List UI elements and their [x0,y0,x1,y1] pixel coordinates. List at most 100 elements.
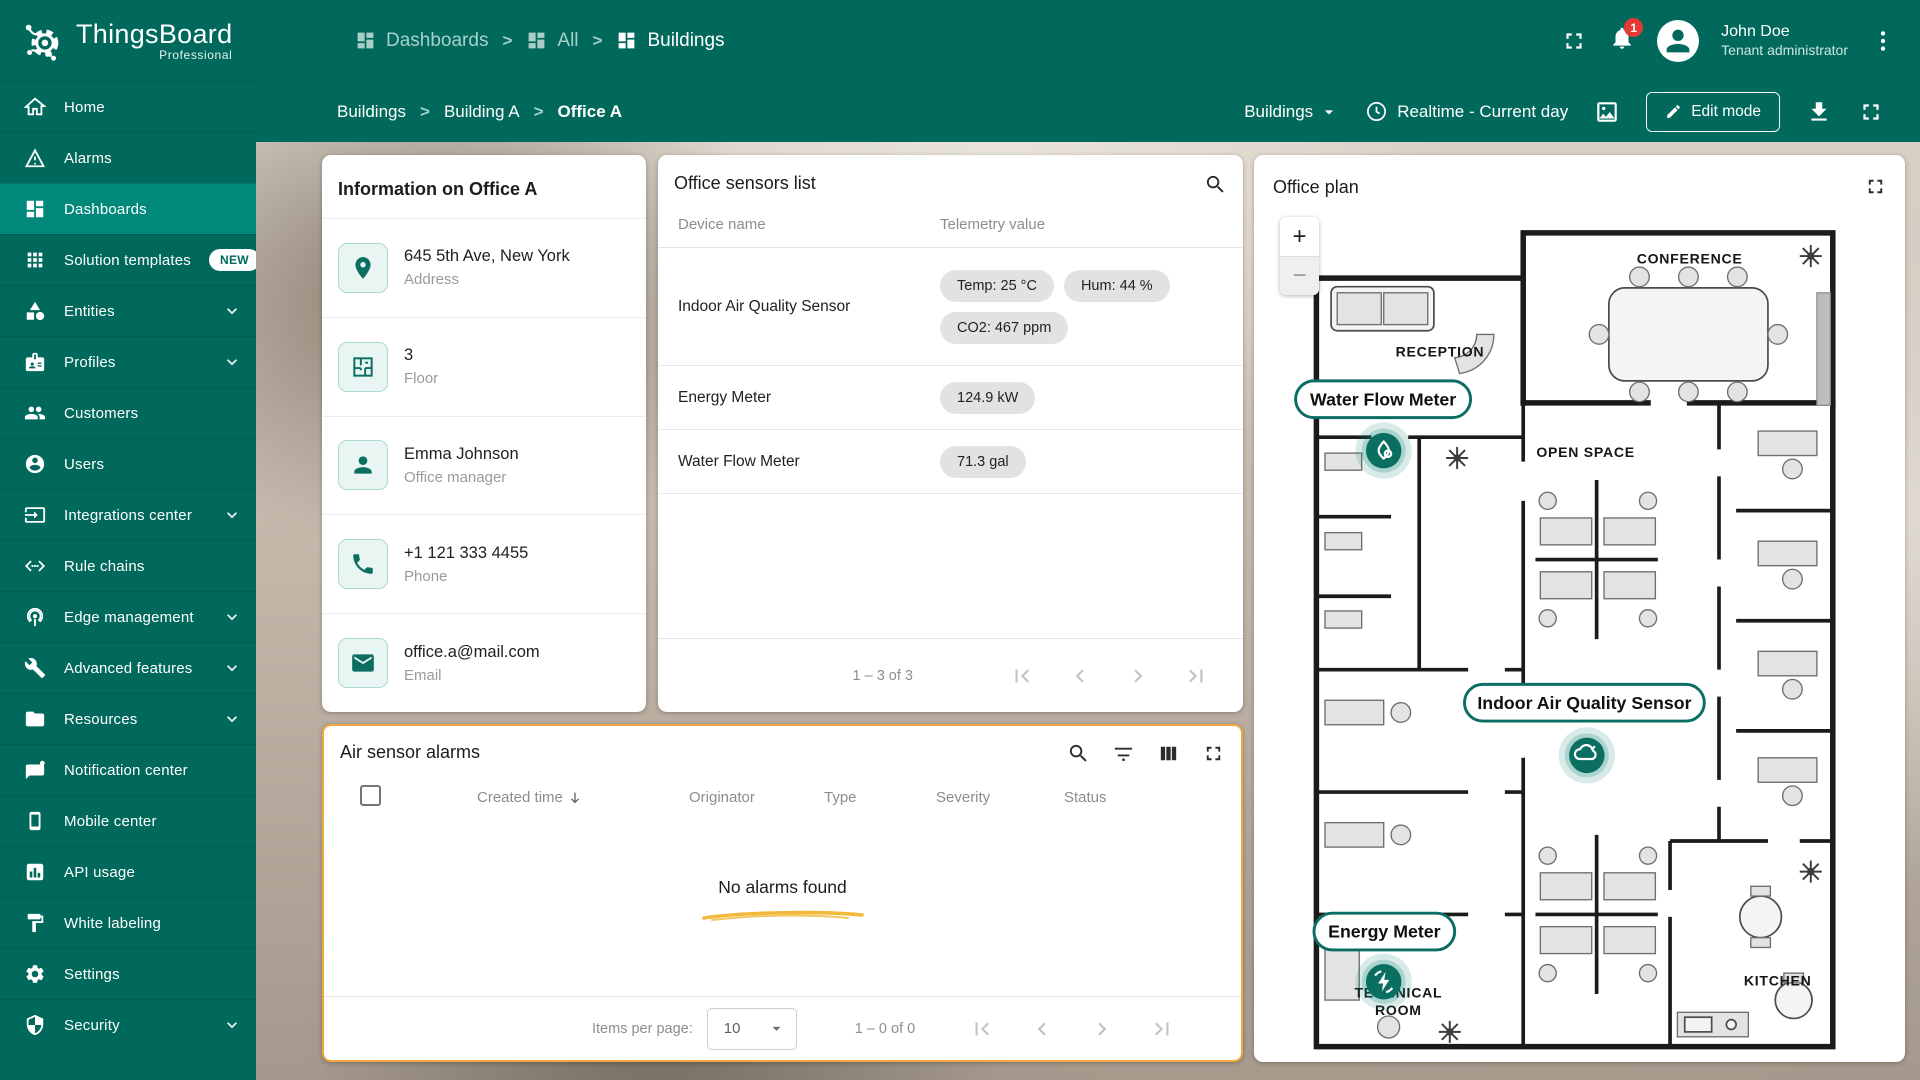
sidebar-item-home[interactable]: Home [0,81,256,132]
search-icon[interactable] [1204,173,1227,196]
alarms-table-header: Created time Originator Type Severity St… [324,773,1241,823]
column-created-time[interactable]: Created time [477,789,583,806]
sidebar-item-advanced-features[interactable]: Advanced features [0,642,256,693]
edit-mode-button[interactable]: Edit mode [1646,91,1780,132]
last-page-icon[interactable] [1183,663,1209,689]
entities-icon [26,301,45,321]
crumb-building-a-link[interactable]: Building A [444,102,520,122]
info-row-floor: 3 Floor [322,316,646,416]
room-label-open-space: OPEN SPACE [1536,444,1635,460]
fullscreen-icon[interactable] [1864,175,1887,198]
chevron-down-icon [227,665,237,672]
breadcrumb-buildings[interactable]: Buildings [616,30,725,52]
breadcrumb: Dashboards > All > Buildings [355,30,725,52]
info-card-title: Information on Office A [338,179,538,199]
telemetry-chip: Temp: 25 °C [940,269,1054,302]
breadcrumb-all[interactable]: All [526,30,579,52]
office-plan-widget: Office plan + − CONFERENCE RECEPTION OPE… [1254,155,1905,1062]
items-per-page-select[interactable]: 10 [706,1007,797,1050]
search-icon[interactable] [1067,742,1090,765]
avatar[interactable] [1657,19,1700,62]
table-row[interactable]: Energy Meter 124.9 kW [658,366,1243,430]
zoom-out-button[interactable]: − [1280,256,1319,295]
sensors-table-header: Device name Telemetry value [658,206,1243,248]
email-icon [352,654,374,672]
filter-icon[interactable] [1112,742,1135,765]
information-widget: Information on Office A 645 5th Ave, New… [322,155,646,712]
sensors-card-title: Office sensors list [674,173,816,193]
crumb-buildings-link[interactable]: Buildings [337,102,406,122]
rule-chains-icon [24,560,46,572]
fullscreen-icon[interactable] [1858,99,1884,125]
download-icon[interactable] [1806,99,1832,125]
fullscreen-icon[interactable] [1561,28,1587,54]
thingsboard-logo-icon [25,24,59,61]
sidebar-item-security[interactable]: Security [0,999,256,1050]
users-icon [25,454,45,474]
svg-text:Indoor Air Quality Sensor: Indoor Air Quality Sensor [1477,693,1691,713]
sidebar-nav: Home Alarms Dashboards Solution template… [0,81,260,1080]
fullscreen-icon[interactable] [1202,742,1225,765]
dashboard-content: Information on Office A 645 5th Ave, New… [256,142,1920,1080]
sidebar-item-rule-chains[interactable]: Rule chains [0,540,256,591]
prev-page-icon[interactable] [1067,663,1093,689]
sidebar-item-solution-templates[interactable]: Solution templates NEW [0,234,260,285]
plant [1799,245,1822,268]
sidebar-item-users[interactable]: Users [0,438,256,489]
water-flow-meter-marker[interactable] [1355,422,1412,479]
image-export-icon[interactable] [1594,99,1620,125]
sensor-label-indoor-air-quality[interactable]: Indoor Air Quality Sensor [1463,682,1706,723]
page-range: 1 – 3 of 3 [852,667,913,684]
sidebar-item-customers[interactable]: Customers [0,387,256,438]
timewindow-button[interactable]: Realtime - Current day [1365,100,1568,123]
notifications-bell[interactable]: 1 [1609,18,1644,56]
alarms-pagination: Items per page: 10 1 – 0 of 0 [324,996,1241,1060]
next-page-icon[interactable] [1125,663,1151,689]
first-page-icon[interactable] [969,1016,995,1042]
sidebar-item-white-labeling[interactable]: White labeling [0,897,256,948]
first-page-icon[interactable] [1009,663,1035,689]
room-label-reception: RECEPTION [1396,343,1485,359]
zoom-in-button[interactable]: + [1280,217,1319,256]
plant [1446,446,1469,469]
energy-meter-marker[interactable] [1355,953,1412,1010]
sidebar-item-integrations-center[interactable]: Integrations center [0,489,256,540]
edge-management-icon [26,607,44,627]
entity-select[interactable]: Buildings [1244,102,1339,122]
sensor-label-water-flow-meter[interactable]: Water Flow Meter [1294,379,1473,420]
advanced-features-icon [24,658,46,679]
sensor-label-energy-meter[interactable]: Energy Meter [1312,911,1457,952]
columns-icon[interactable] [1157,742,1180,765]
settings-gear-icon [26,965,44,983]
telemetry-chip: CO2: 467 ppm [940,311,1069,344]
user-menu[interactable]: John Doe Tenant administrator [1721,22,1848,60]
sidebar-item-dashboards[interactable]: Dashboards [0,183,256,234]
sidebar-item-api-usage[interactable]: API usage [0,846,256,897]
select-all-checkbox[interactable] [360,785,381,806]
logo[interactable]: ThingsBoard Professional [0,0,256,81]
sidebar-item-resources[interactable]: Resources [0,693,256,744]
dashboard-icon [529,32,545,49]
caret-down-icon [772,1026,781,1031]
prev-page-icon[interactable] [1029,1016,1055,1042]
next-page-icon[interactable] [1089,1016,1115,1042]
more-vert-icon[interactable] [1870,28,1896,54]
table-row[interactable]: Water Flow Meter 71.3 gal [658,430,1243,494]
last-page-icon[interactable] [1149,1016,1175,1042]
plan-card-title: Office plan [1273,177,1359,197]
sidebar-item-edge-management[interactable]: Edge management [0,591,256,642]
sidebar-item-entities[interactable]: Entities [0,285,256,336]
sidebar-item-mobile-center[interactable]: Mobile center [0,795,256,846]
indoor-air-quality-marker[interactable] [1558,727,1615,784]
table-row[interactable]: Indoor Air Quality Sensor Temp: 25 °C Hu… [658,248,1243,366]
room-label-kitchen: KITCHEN [1744,972,1812,988]
breadcrumb-dashboards[interactable]: Dashboards [355,30,488,52]
floor-plan[interactable]: CONFERENCE RECEPTION OPEN SPACE KITCHEN … [1254,155,1905,1062]
api-usage-icon [26,863,44,881]
sidebar-item-settings[interactable]: Settings [0,948,256,999]
main-area: Dashboards > All > Buildings 1 John Doe … [256,0,1920,1080]
sidebar-item-profiles[interactable]: Profiles [0,336,256,387]
sidebar-item-alarms[interactable]: Alarms [0,132,256,183]
security-shield-icon [26,1014,44,1036]
sidebar-item-notification-center[interactable]: Notification center [0,744,256,795]
